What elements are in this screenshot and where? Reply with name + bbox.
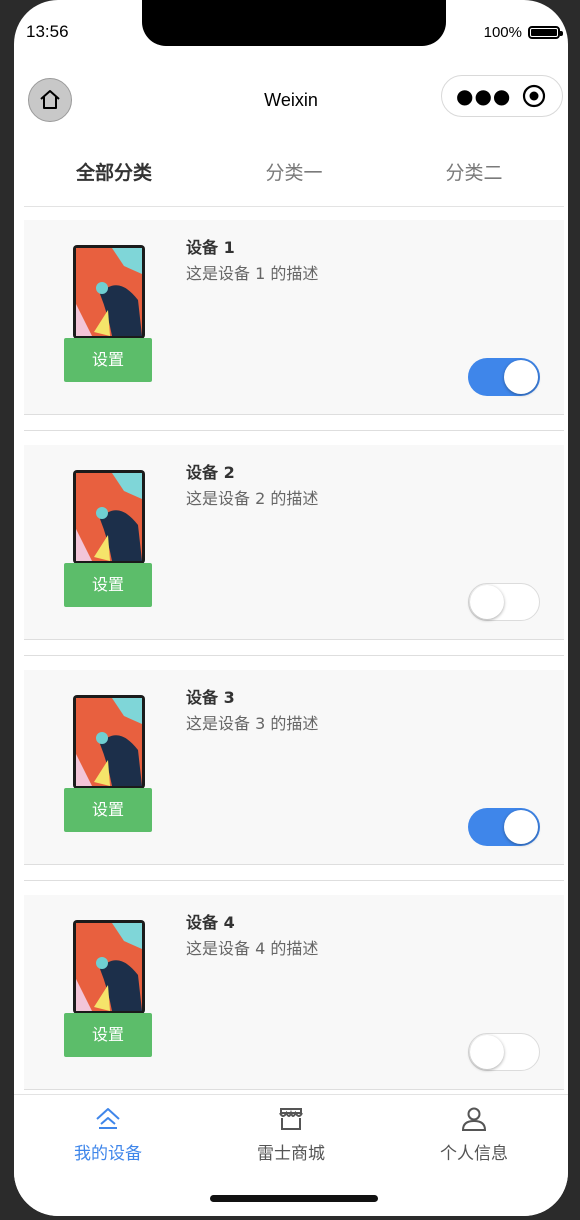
- settings-button[interactable]: 设置: [64, 1013, 152, 1057]
- status-time: 13:56: [26, 22, 69, 41]
- device-image: [72, 469, 146, 565]
- tab-2[interactable]: 分类一: [204, 140, 384, 206]
- tab-1[interactable]: 全部分类: [24, 140, 204, 206]
- device-card: 设置 设备 1 这是设备 1 的描述: [24, 220, 564, 431]
- divider: [24, 655, 564, 656]
- tabbar-item-3[interactable]: 个人信息: [394, 1105, 554, 1164]
- home-icon: [28, 1105, 188, 1137]
- power-switch[interactable]: [468, 583, 540, 621]
- device-image: [72, 694, 146, 790]
- tabbar-label: 雷士商城: [257, 1144, 325, 1164]
- device-card: 设置 设备 3 这是设备 3 的描述: [24, 670, 564, 881]
- phone-screen: 13:56 100% Weixin ●●● 全部分类 分类一 分类二 设置 设备…: [14, 0, 568, 1216]
- notch: [142, 0, 446, 46]
- device-list: 设置 设备 1 这是设备 1 的描述 设置 设备 2 这是设备 2 的描述 设置…: [24, 220, 564, 1120]
- device-card-body: 设置 设备 2 这是设备 2 的描述: [24, 445, 564, 640]
- device-description: 这是设备 3 的描述: [186, 714, 319, 733]
- status-right: 100%: [483, 24, 563, 41]
- tab-3[interactable]: 分类二: [384, 140, 564, 206]
- battery-icon: [528, 26, 563, 39]
- device-description: 这是设备 2 的描述: [186, 489, 319, 508]
- switch-knob: [504, 810, 538, 844]
- user-icon: [394, 1105, 554, 1137]
- switch-knob: [470, 1035, 504, 1069]
- device-card: 设置 设备 2 这是设备 2 的描述: [24, 445, 564, 656]
- tabbar-item-2[interactable]: 雷士商城: [211, 1105, 371, 1164]
- close-target-icon[interactable]: [522, 84, 546, 108]
- device-card-body: 设置 设备 3 这是设备 3 的描述: [24, 670, 564, 865]
- device-name: 设备 2: [186, 463, 235, 482]
- device-description: 这是设备 4 的描述: [186, 939, 319, 958]
- tabbar-label: 我的设备: [74, 1144, 142, 1164]
- power-switch[interactable]: [468, 1033, 540, 1071]
- power-switch[interactable]: [468, 358, 540, 396]
- device-description: 这是设备 1 的描述: [186, 264, 319, 283]
- device-image: [72, 919, 146, 1015]
- settings-button[interactable]: 设置: [64, 788, 152, 832]
- tabbar-item-1[interactable]: 我的设备: [28, 1105, 188, 1164]
- device-name: 设备 1: [186, 238, 235, 257]
- mini-program-capsule: ●●●: [441, 75, 563, 117]
- divider: [24, 880, 564, 881]
- store-icon: [211, 1105, 371, 1137]
- device-card-body: 设置 设备 1 这是设备 1 的描述: [24, 220, 564, 415]
- settings-button[interactable]: 设置: [64, 338, 152, 382]
- battery-percent: 100%: [483, 24, 522, 41]
- tabbar-label: 个人信息: [440, 1144, 508, 1164]
- device-image: [72, 244, 146, 340]
- category-tabs: 全部分类 分类一 分类二: [24, 140, 564, 207]
- divider: [24, 430, 564, 431]
- device-card: 设置 设备 4 这是设备 4 的描述: [24, 895, 564, 1106]
- more-icon[interactable]: ●●●: [456, 86, 511, 106]
- device-name: 设备 3: [186, 688, 235, 707]
- device-name: 设备 4: [186, 913, 235, 932]
- home-indicator: [210, 1195, 378, 1202]
- device-card-body: 设置 设备 4 这是设备 4 的描述: [24, 895, 564, 1090]
- power-switch[interactable]: [468, 808, 540, 846]
- navbar: Weixin ●●●: [14, 70, 568, 130]
- switch-knob: [470, 585, 504, 619]
- switch-knob: [504, 360, 538, 394]
- settings-button[interactable]: 设置: [64, 563, 152, 607]
